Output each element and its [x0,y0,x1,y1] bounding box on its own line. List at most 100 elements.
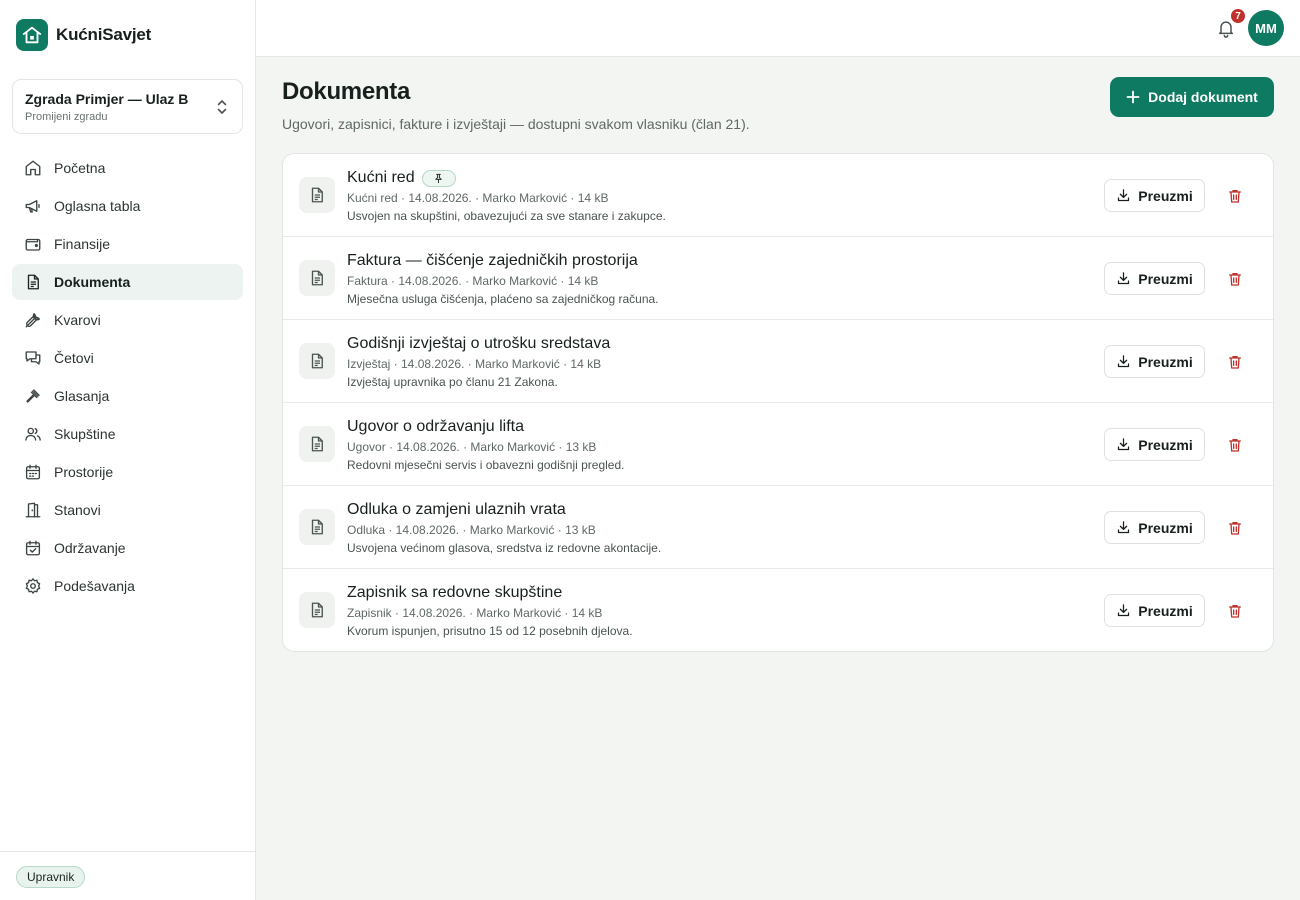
download-label: Preuzmi [1138,602,1193,619]
sidebar-item-label: Održavanje [54,540,126,556]
page-subtitle: Ugovori, zapisnici, fakture i izvještaji… [282,116,750,132]
download-icon [1118,521,1130,534]
download-label: Preuzmi [1138,353,1193,370]
document-meta: Ugovor · 14.08.2026. · Marko Marković · … [347,440,597,454]
download-label: Preuzmi [1138,519,1193,536]
sidebar-item-dokumenta[interactable]: Dokumenta [12,264,243,300]
sidebar-item-podesavanja[interactable]: Podešavanja [12,568,243,604]
document-meta: Izvještaj · 14.08.2026. · Marko Marković… [347,357,602,371]
document-title: Faktura — čišćenje zajedničkih prostorij… [347,252,638,270]
sidebar-item-label: Finansije [54,236,111,252]
role-badge: Upravnik [16,866,86,888]
delete-button[interactable] [1223,267,1247,291]
megaphone-icon [25,200,40,213]
download-icon [1118,355,1130,368]
document-description: Kvorum ispunjen, prisutno 15 od 12 poseb… [347,624,633,638]
document-title-text: Kućni red [347,169,415,186]
download-label: Preuzmi [1138,187,1193,204]
file-text-icon [299,260,335,296]
add-document-button[interactable]: Dodaj dokument [1110,77,1274,117]
delete-button[interactable] [1223,433,1247,457]
download-label: Preuzmi [1138,436,1193,453]
sidebar-nav: Početna Oglasna tabla Finansije Dokument… [12,150,243,606]
sidebar-item-pocetna[interactable]: Početna [12,150,243,186]
sidebar-item-oglasna-tabla[interactable]: Oglasna tabla [12,188,243,224]
download-button[interactable]: Preuzmi [1104,511,1205,544]
document-title-text: Odluka o zamjeni ulaznih vrata [347,501,566,518]
delete-button[interactable] [1223,350,1247,374]
avatar[interactable]: MM [1248,10,1284,46]
home-icon [25,160,41,176]
list-item[interactable]: Zapisnik sa redovne skupštine Zapisnik ·… [283,569,1273,651]
document-meta: Zapisnik · 14.08.2026. · Marko Marković … [347,606,603,620]
sidebar-item-odrzavanje[interactable]: Održavanje [12,530,243,566]
list-item[interactable]: Faktura — čišćenje zajedničkih prostorij… [283,237,1273,320]
delete-button[interactable] [1223,516,1247,540]
sidebar-item-label: Oglasna tabla [54,198,141,214]
document-title: Ugovor o održavanju lifta [347,418,524,436]
delete-button[interactable] [1223,599,1247,623]
sidebar-item-label: Početna [54,160,106,176]
file-text-icon [299,177,335,213]
document-meta: Odluka · 14.08.2026. · Marko Marković · … [347,523,596,537]
sidebar-item-label: Skupštine [54,426,116,442]
download-button[interactable]: Preuzmi [1104,345,1205,378]
change-building-label: Promijeni zgradu [25,111,108,123]
document-list: Kućni red Kućni red · 14.08.2026. · Mark… [282,153,1274,652]
sidebar-item-label: Dokumenta [54,274,131,290]
download-icon [1118,438,1130,451]
document-title-text: Ugovor o održavanju lifta [347,418,524,435]
plus-icon [1126,90,1140,104]
document-meta: Faktura · 14.08.2026. · Marko Marković ·… [347,274,599,288]
gear-icon [25,578,41,594]
wrench-icon [25,312,41,328]
document-description: Izvještaj upravnika po članu 21 Zakona. [347,375,558,389]
sidebar-item-prostorije[interactable]: Prostorije [12,454,243,490]
document-title: Kućni red [347,169,456,187]
list-item[interactable]: Godišnji izvještaj o utrošku sredstava I… [283,320,1273,403]
document-description: Usvojen na skupštini, obavezujući za sve… [347,209,666,223]
wallet-icon [25,238,41,251]
calendar-check-icon [25,540,41,556]
trash-icon [1229,273,1241,286]
list-item[interactable]: Kućni red Kućni red · 14.08.2026. · Mark… [283,154,1273,237]
sidebar: KućniSavjet Zgrada Primjer — Ulaz B Prom… [0,0,256,900]
sidebar-item-skupstine[interactable]: Skupštine [12,416,243,452]
users-icon [25,427,41,441]
delete-button[interactable] [1223,184,1247,208]
document-title-text: Faktura — čišćenje zajedničkih prostorij… [347,252,638,269]
download-button[interactable]: Preuzmi [1104,262,1205,295]
sidebar-item-stanovi[interactable]: Stanovi [12,492,243,528]
chat-icon [25,351,41,365]
sidebar-item-label: Stanovi [54,502,101,518]
sidebar-item-label: Prostorije [54,464,114,480]
download-button[interactable]: Preuzmi [1104,179,1205,212]
building-switcher[interactable]: Zgrada Primjer — Ulaz B Promijeni zgradu [12,79,243,134]
document-title-text: Zapisnik sa redovne skupštine [347,584,563,601]
app-name: KućniSavjet [56,25,152,44]
download-label: Preuzmi [1138,270,1193,287]
sidebar-item-finansije[interactable]: Finansije [12,226,243,262]
trash-icon [1229,190,1241,203]
chevron-up-down-icon [217,100,227,114]
sidebar-item-label: Podešavanja [54,578,135,594]
download-button[interactable]: Preuzmi [1104,594,1205,627]
trash-icon [1229,605,1241,618]
document-icon [27,274,39,290]
list-item[interactable]: Ugovor o održavanju lifta Ugovor · 14.08… [283,403,1273,486]
sidebar-item-label: Četovi [54,350,94,366]
file-text-icon [299,592,335,628]
sidebar-item-cetovi[interactable]: Četovi [12,340,243,376]
sidebar-item-label: Glasanja [54,388,110,404]
house-logo-icon [16,19,48,51]
topbar: 7 MM [256,0,1300,57]
gavel-icon [26,389,40,403]
document-title-text: Godišnji izvještaj o utrošku sredstava [347,335,611,352]
sidebar-item-glasanja[interactable]: Glasanja [12,378,243,414]
sidebar-item-kvarovi[interactable]: Kvarovi [12,302,243,338]
brand[interactable]: KućniSavjet [16,19,151,51]
download-button[interactable]: Preuzmi [1104,428,1205,461]
notification-count-badge: 7 [1230,8,1246,24]
trash-icon [1229,522,1241,535]
list-item[interactable]: Odluka o zamjeni ulaznih vrata Odluka · … [283,486,1273,569]
